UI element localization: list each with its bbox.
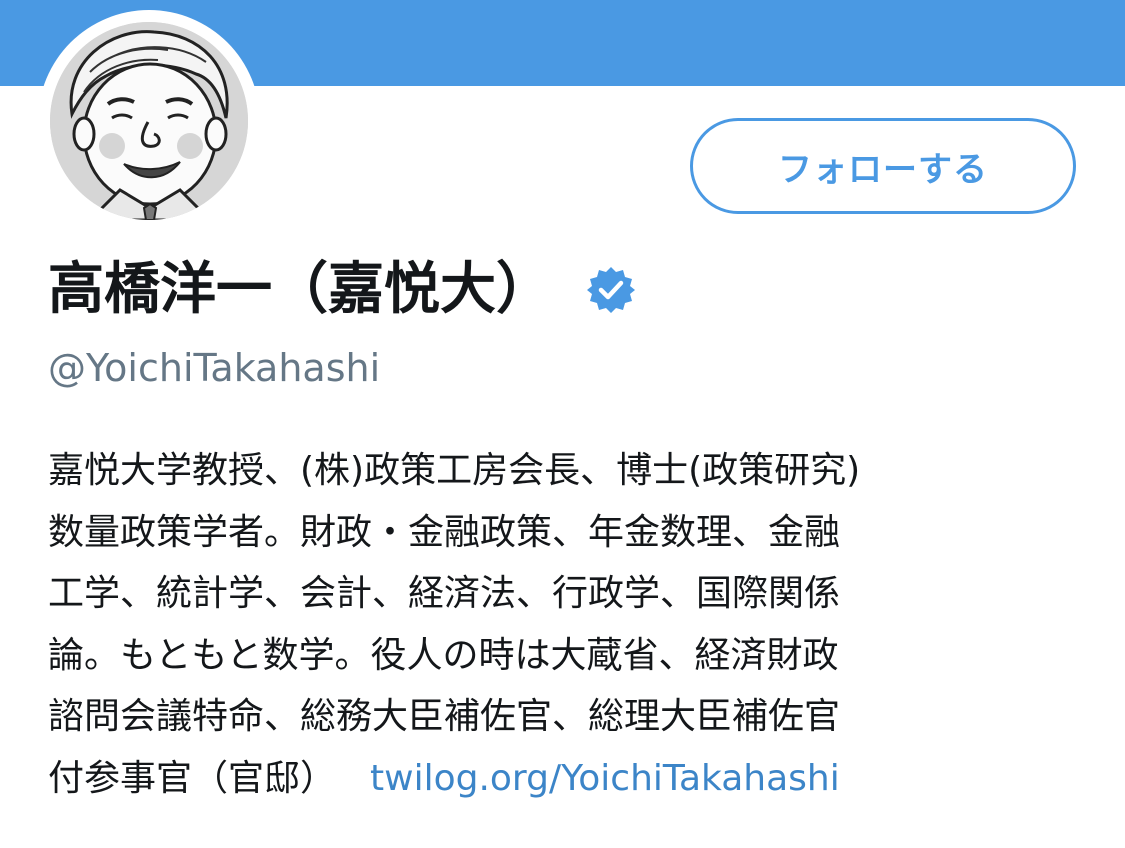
verified-badge-icon bbox=[586, 265, 636, 315]
avatar-frame bbox=[38, 10, 260, 232]
follow-button[interactable]: フォローする bbox=[690, 118, 1076, 214]
bio-last-line: 付参事官（官邸） twilog.org/YoichiTakahashi bbox=[48, 748, 1048, 810]
avatar[interactable] bbox=[50, 22, 248, 220]
bio-line: 付参事官（官邸） bbox=[48, 757, 337, 799]
display-name: 高橋洋一（嘉悦大） bbox=[48, 257, 552, 322]
bio-link[interactable]: twilog.org/YoichiTakahashi bbox=[370, 758, 840, 799]
bio-line: 諮問会議特命、総務大臣補佐官、総理大臣補佐官 bbox=[48, 696, 841, 737]
profile-bio: 嘉悦大学教授、(株)政策工房会長、博士(政策研究) 数量政策学者。財政・金融政策… bbox=[48, 440, 1048, 809]
bio-line: 論。もともと数学。役人の時は大蔵省、経済財政 bbox=[48, 634, 839, 676]
caricature-avatar-icon bbox=[50, 22, 248, 220]
bio-line: 工学、統計学、会計、経済法、行政学、国際関係 bbox=[48, 573, 841, 614]
profile-handle: @YoichiTakahashi bbox=[48, 346, 381, 390]
bio-line: 嘉悦大学教授、(株)政策工房会長、博士(政策研究) bbox=[48, 450, 861, 491]
bio-line: 数量政策学者。財政・金融政策、年金数理、金融 bbox=[48, 511, 841, 553]
profile-name-row: 高橋洋一（嘉悦大） bbox=[48, 252, 636, 328]
